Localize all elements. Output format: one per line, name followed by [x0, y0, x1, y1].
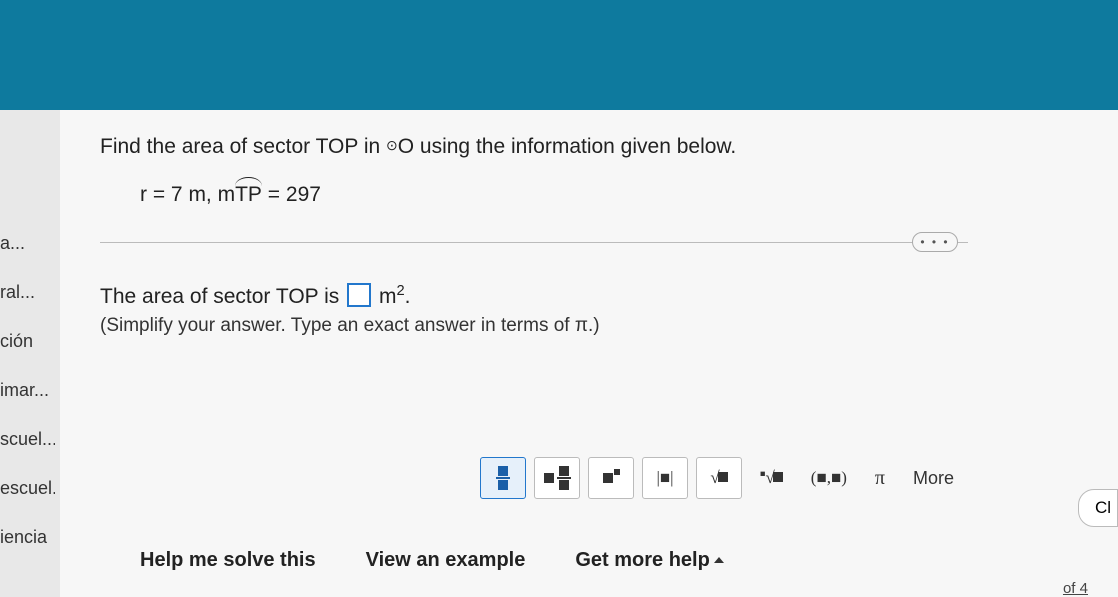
- sidebar-item[interactable]: ral...: [0, 274, 55, 311]
- exponent-icon: [603, 468, 619, 488]
- tool-nroot[interactable]: ■√: [750, 457, 793, 499]
- abs-icon: |■|: [656, 468, 673, 488]
- page-counter: of 4: [1063, 580, 1088, 597]
- get-more-help-link[interactable]: Get more help: [575, 549, 723, 572]
- sidebar-item[interactable]: iencia: [0, 519, 55, 556]
- tool-sqrt[interactable]: √: [696, 457, 742, 499]
- math-toolbar: |■| √ ■√ (■,■) π More: [480, 457, 964, 499]
- answer-unit-post: .: [405, 285, 411, 308]
- answer-unit: m: [373, 285, 396, 308]
- header-banner: [0, 0, 1118, 110]
- tool-absolute[interactable]: |■|: [642, 457, 688, 499]
- tool-exponent[interactable]: [588, 457, 634, 499]
- given-eq: = 297: [262, 183, 321, 206]
- sqrt-icon: √: [710, 468, 727, 488]
- tool-fraction[interactable]: [480, 457, 526, 499]
- sidebar-item[interactable]: escuel...: [0, 470, 55, 507]
- prompt-text-pre: Find the area of sector TOP in: [100, 135, 386, 158]
- get-more-help-label: Get more help: [575, 549, 709, 571]
- given-values: r = 7 m, mTP = 297: [140, 183, 1088, 207]
- divider-line: [100, 242, 968, 243]
- more-options-pill[interactable]: • • •: [912, 232, 958, 252]
- sidebar-item[interactable]: a...: [0, 225, 55, 262]
- clear-button[interactable]: Cl: [1078, 489, 1118, 527]
- fraction-icon: [496, 466, 510, 490]
- help-bar: Help me solve this View an example Get m…: [140, 549, 1098, 572]
- answer-unit-exp: 2: [396, 283, 404, 299]
- caret-up-icon: [714, 557, 724, 563]
- question-prompt: Find the area of sector TOP in ⊙O using …: [100, 135, 1088, 159]
- nroot-icon: ■√: [760, 468, 783, 488]
- sidebar-item[interactable]: scuel...: [0, 421, 55, 458]
- divider-row: • • •: [100, 242, 1088, 243]
- sidebar-item[interactable]: imar...: [0, 372, 55, 409]
- prompt-text-post: O using the information given below.: [398, 135, 737, 158]
- view-example-link[interactable]: View an example: [366, 549, 526, 572]
- tool-mixed-fraction[interactable]: [534, 457, 580, 499]
- given-r: r = 7 m, m: [140, 183, 235, 206]
- help-solve-link[interactable]: Help me solve this: [140, 549, 316, 572]
- answer-line: The area of sector TOP is m2.: [100, 283, 1088, 309]
- main-content: Find the area of sector TOP in ⊙O using …: [60, 110, 1118, 597]
- sidebar-item[interactable]: ción: [0, 323, 55, 360]
- tool-ordered-pair[interactable]: (■,■): [801, 457, 857, 499]
- tool-pi[interactable]: π: [865, 457, 895, 499]
- mixed-fraction-icon: [544, 466, 571, 490]
- circle-dot-icon: ⊙: [386, 137, 398, 153]
- answer-pre: The area of sector TOP is: [100, 285, 345, 308]
- answer-hint: (Simplify your answer. Type an exact ans…: [100, 315, 1088, 337]
- tool-more[interactable]: More: [903, 457, 964, 499]
- sidebar: a... ral... ción imar... scuel... escuel…: [0, 225, 55, 568]
- answer-input[interactable]: [347, 283, 371, 307]
- arc-tp: TP: [235, 183, 262, 207]
